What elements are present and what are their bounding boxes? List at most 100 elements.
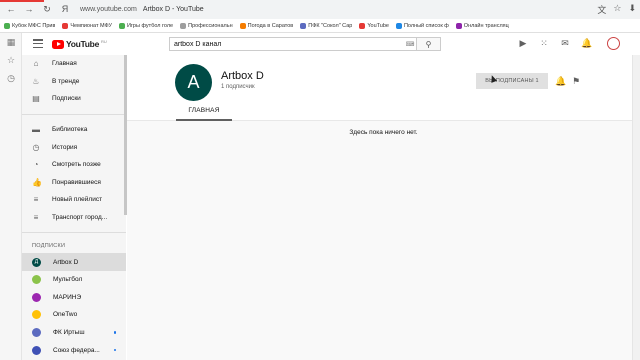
bookmark-item[interactable]: Игры футбол голе: [118, 22, 173, 29]
bookmark-item[interactable]: Кубок МФС Прив: [4, 22, 56, 29]
channel-avatar-icon: Д: [32, 257, 41, 267]
subscription-item[interactable]: OneTwo: [22, 306, 126, 324]
bookmark-item[interactable]: YouTube: [359, 22, 389, 29]
bookmark-star-icon[interactable]: ☆: [613, 3, 621, 16]
address-url[interactable]: www.youtube.com: [80, 6, 137, 13]
subscribed-button[interactable]: ВЫ ПОДПИСАНЫ 1: [476, 73, 548, 89]
new-content-dot: [113, 348, 116, 352]
address-bar[interactable]: www.youtube.com Artbox D - YouTube: [80, 3, 230, 15]
sidebar-item[interactable]: ▬ Библиотека: [22, 121, 126, 139]
subscription-label: OneTwo: [53, 311, 78, 319]
page-scrollbar[interactable]: [632, 55, 640, 360]
tab-home[interactable]: ГЛАВНАЯ: [176, 107, 232, 121]
subscription-item[interactable]: ФК Иртыш: [22, 324, 126, 342]
sidebar-item[interactable]: ≡ Транспорт город...: [22, 209, 126, 227]
subscriptions-heading: ПОДПИСКИ: [32, 243, 66, 250]
download-icon[interactable]: ⬇: [628, 3, 636, 16]
sidebar-divider: [22, 232, 126, 234]
bookmark-item[interactable]: Погода в Саратов: [239, 22, 294, 29]
sidebar-item[interactable]: ≡ Новый плейлист: [22, 191, 126, 209]
main-content: A Artbox D 1 подписчик ВЫ ПОДПИСАНЫ 1 🔔 …: [127, 55, 640, 360]
header-actions: ▶ ⁙ ✉ 🔔: [518, 38, 593, 49]
browser-nav: ← → ↻ Я: [5, 4, 71, 15]
bookmark-item[interactable]: Профессиональн: [180, 22, 233, 29]
bookmark-favicon-icon: [239, 22, 246, 29]
bookmark-favicon-icon: [455, 22, 462, 29]
browser-right-icons: 文 ☆ ⬇: [597, 3, 636, 16]
channel-avatar[interactable]: A: [175, 64, 212, 101]
notification-bell-icon[interactable]: 🔔: [555, 76, 566, 87]
bookmark-label: Кубок МФС Прив: [12, 22, 56, 29]
sidebar: ⌂ Главная ♨ В тренде ▤ Подписки ▬ Библиотека ◷ Ис…: [22, 55, 126, 360]
subscription-item[interactable]: Мультбол: [22, 271, 126, 289]
bookmark-favicon-icon: [395, 22, 402, 29]
bookmarks-bar: Кубок МФС Прив Чемпионат МФУ Игры футбол г…: [0, 19, 640, 33]
logo-region: RU: [101, 39, 107, 44]
library-icon: ▬: [32, 125, 40, 135]
menu-icon[interactable]: [33, 39, 43, 48]
browser-side-panel: ▦ ☆ ◷: [0, 33, 22, 360]
sidebar-item-label: Главная: [52, 60, 77, 68]
sidebar-item[interactable]: ⌂ Главная: [22, 55, 126, 73]
sidebar-item[interactable]: 👍 Понравившиеся: [22, 174, 126, 192]
bookmark-label: Профессиональн: [188, 22, 233, 29]
search-input[interactable]: [170, 38, 404, 50]
page-title: Artbox D - YouTube: [142, 5, 204, 13]
sidebar-item-label: В тренде: [52, 77, 80, 85]
bookmark-label: YouTube: [367, 22, 389, 29]
history-icon: ◷: [32, 142, 40, 152]
subscription-item[interactable]: Союз федера...: [22, 341, 126, 359]
channel-avatar-icon: [32, 328, 41, 338]
history-clock-icon[interactable]: ◷: [0, 69, 22, 87]
bookmark-label: Полный список ф: [403, 22, 449, 29]
apps-grid-icon[interactable]: ▦: [0, 33, 22, 51]
forward-icon[interactable]: →: [23, 4, 35, 15]
browser-toolbar: ← → ↻ Я www.youtube.com Artbox D - YouTu…: [0, 0, 640, 19]
channel-header: A Artbox D 1 подписчик ВЫ ПОДПИСАНЫ 1 🔔 …: [127, 55, 640, 121]
bookmark-item[interactable]: Полный список ф: [395, 22, 449, 29]
subscription-item[interactable]: Д Artbox D: [22, 253, 126, 271]
home-icon: ⌂: [33, 59, 39, 69]
youtube-header: YouTube RU ⌨ ⚲ ▶ ⁙ ✉ 🔔: [22, 33, 640, 55]
channel-name: Artbox D: [221, 70, 264, 82]
subscription-label: Artbox D: [53, 258, 79, 266]
report-flag-icon[interactable]: ⚑: [572, 76, 580, 87]
search-icon: ⚲: [425, 39, 432, 49]
subscriber-count: 1 подписчик: [221, 84, 255, 90]
sidebar-item[interactable]: ◔ Смотреть позже: [22, 156, 126, 174]
sidebar-item-label: Транспорт город...: [52, 214, 108, 222]
favorites-star-icon[interactable]: ☆: [0, 51, 22, 69]
bookmark-label: Погода в Саратов: [247, 22, 294, 29]
reload-icon[interactable]: ↻: [41, 4, 53, 15]
bookmark-favicon-icon: [4, 22, 10, 29]
keyboard-icon[interactable]: ⌨: [404, 38, 416, 50]
subscription-label: МАРИНЭ: [53, 293, 82, 301]
search-button[interactable]: ⚲: [417, 37, 441, 51]
bookmark-item[interactable]: Онлайн трансляц: [455, 22, 509, 29]
channel-avatar-icon: [32, 345, 41, 355]
subscription-label: Мультбол: [53, 276, 83, 284]
channel-avatar-icon: [32, 292, 41, 302]
sidebar-item-label: Подписки: [52, 95, 81, 103]
bookmark-item[interactable]: Чемпионат МФУ: [62, 22, 112, 29]
account-avatar[interactable]: [607, 37, 620, 50]
create-video-icon[interactable]: ▶: [518, 38, 528, 49]
bookmark-favicon-icon: [62, 22, 69, 29]
messages-icon[interactable]: ✉: [560, 38, 570, 49]
sidebar-item[interactable]: ▤ Подписки: [22, 90, 126, 108]
yandex-icon[interactable]: Я: [59, 4, 71, 15]
search-box: ⌨: [169, 37, 417, 51]
subscription-item[interactable]: МАРИНЭ: [22, 289, 126, 307]
sidebar-item[interactable]: ◷ История: [22, 138, 126, 156]
bookmark-item[interactable]: ПФК "Сокол" Сар: [300, 22, 352, 29]
youtube-logo[interactable]: YouTube RU: [52, 39, 107, 49]
notifications-icon[interactable]: 🔔: [581, 38, 592, 49]
sidebar-item-label: Библиотека: [52, 126, 88, 134]
bookmark-label: Онлайн трансляц: [463, 22, 509, 29]
sidebar-item[interactable]: ♨ В тренде: [22, 73, 126, 91]
back-icon[interactable]: ←: [5, 4, 17, 15]
sidebar-item-label: Новый плейлист: [52, 196, 103, 204]
bookmark-favicon-icon: [118, 22, 125, 29]
apps-icon[interactable]: ⁙: [539, 38, 549, 49]
translate-icon[interactable]: 文: [597, 3, 606, 16]
